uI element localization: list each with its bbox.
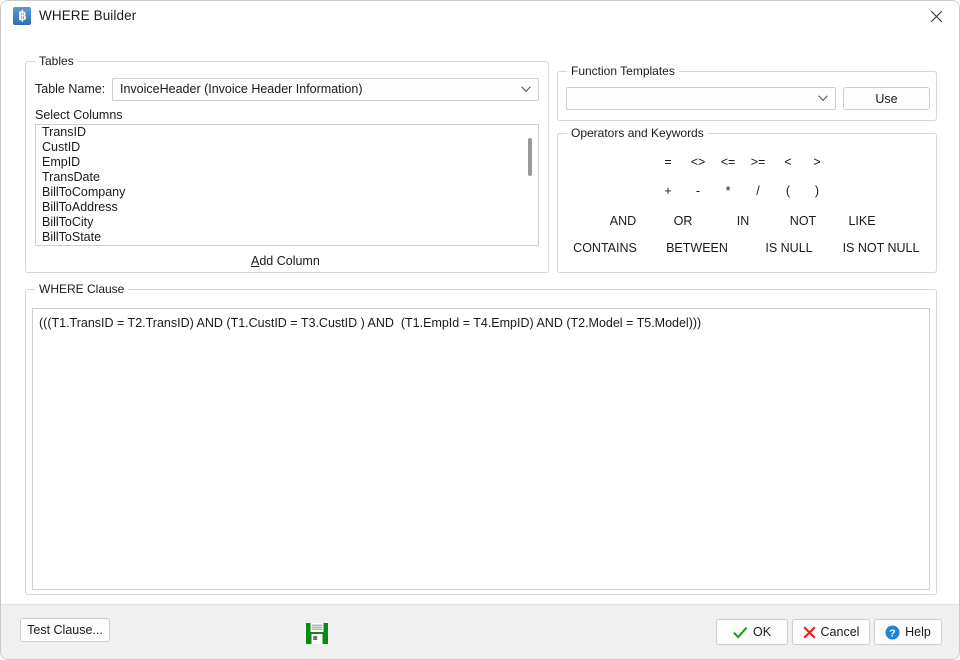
cancel-button[interactable]: Cancel xyxy=(792,619,870,645)
keyword-not[interactable]: NOT xyxy=(790,214,816,228)
help-button-label: Help xyxy=(905,625,931,639)
keyword-is-null[interactable]: IS NULL xyxy=(765,241,812,255)
keyword-between[interactable]: BETWEEN xyxy=(666,241,728,255)
keyword-in[interactable]: IN xyxy=(737,214,750,228)
operator-greater-equal[interactable]: >= xyxy=(751,155,766,169)
operator-close-paren[interactable]: ) xyxy=(815,184,819,198)
window-title: WHERE Builder xyxy=(39,8,137,23)
operator-less-than[interactable]: < xyxy=(784,155,791,169)
use-button[interactable]: Use xyxy=(843,87,930,110)
cancel-button-label: Cancel xyxy=(820,625,860,639)
keyword-like[interactable]: LIKE xyxy=(848,214,875,228)
help-button[interactable]: ? Help xyxy=(874,619,942,645)
operator-plus[interactable]: + xyxy=(664,184,671,198)
list-item[interactable]: BillToState xyxy=(36,230,538,245)
keyword-or[interactable]: OR xyxy=(674,214,693,228)
close-button[interactable] xyxy=(913,1,959,31)
keyword-contains[interactable]: CONTAINS xyxy=(573,241,637,255)
operator-divide[interactable]: / xyxy=(756,184,759,198)
table-name-label: Table Name: xyxy=(35,82,106,96)
list-item[interactable]: BillToCity xyxy=(36,215,538,230)
operator-open-paren[interactable]: ( xyxy=(786,184,790,198)
function-templates-group-title: Function Templates xyxy=(567,64,679,78)
add-column-label: dd Column xyxy=(259,254,320,268)
floppy-save-icon xyxy=(306,623,328,644)
table-name-combobox[interactable]: InvoiceHeader (Invoice Header Informatio… xyxy=(112,78,539,101)
keyword-and[interactable]: AND xyxy=(610,214,636,228)
app-icon: ฿ xyxy=(13,7,31,25)
test-clause-button[interactable]: Test Clause... xyxy=(20,618,110,642)
chevron-down-icon xyxy=(818,95,828,102)
where-clause-textarea[interactable]: (((T1.TransID = T2.TransID) AND (T1.Cust… xyxy=(32,308,930,590)
operators-keywords-group: Operators and Keywords = <> <= >= < > + … xyxy=(557,126,937,273)
operator-greater-than[interactable]: > xyxy=(813,155,820,169)
test-clause-label: Test Clause... xyxy=(27,623,103,637)
chevron-down-icon xyxy=(521,86,531,93)
operators-group-title: Operators and Keywords xyxy=(567,126,708,140)
check-icon xyxy=(733,626,748,639)
save-button[interactable] xyxy=(304,620,330,646)
title-bar: ฿ WHERE Builder xyxy=(1,1,959,33)
question-mark-icon: ? xyxy=(885,625,900,639)
list-item[interactable]: BillToAddress xyxy=(36,200,538,215)
table-name-value: InvoiceHeader (Invoice Header Informatio… xyxy=(120,82,363,96)
list-item[interactable]: BillToCompany xyxy=(36,185,538,200)
list-item[interactable]: EmpID xyxy=(36,155,538,170)
list-item[interactable]: TransID xyxy=(36,125,538,140)
operator-not-equals[interactable]: <> xyxy=(691,155,706,169)
svg-text:?: ? xyxy=(889,627,895,639)
use-button-label: Use xyxy=(875,91,898,106)
where-clause-group-title: WHERE Clause xyxy=(35,282,129,296)
listbox-scrollbar[interactable] xyxy=(522,126,537,245)
where-builder-dialog: ฿ WHERE Builder Tables Table Name: Invoi… xyxy=(0,0,960,660)
operator-less-equal[interactable]: <= xyxy=(721,155,736,169)
select-columns-listbox[interactable]: TransID CustID EmpID TransDate BillToCom… xyxy=(35,124,539,246)
list-item[interactable]: TransDate xyxy=(36,170,538,185)
keyword-is-not-null[interactable]: IS NOT NULL xyxy=(843,241,920,255)
tables-group-title: Tables xyxy=(35,54,78,68)
close-icon xyxy=(930,10,942,22)
dialog-footer: Test Clause... OK Cancel ? Help xyxy=(1,604,959,659)
ok-button[interactable]: OK xyxy=(716,619,788,645)
operator-multiply[interactable]: * xyxy=(726,184,731,198)
app-icon-glyph: ฿ xyxy=(18,8,27,23)
tables-group: Tables Table Name: InvoiceHeader (Invoic… xyxy=(25,54,549,273)
operator-equals[interactable]: = xyxy=(664,155,671,169)
function-templates-group: Function Templates Use xyxy=(557,64,937,121)
function-template-combobox[interactable] xyxy=(566,87,836,110)
select-columns-label: Select Columns xyxy=(35,108,123,122)
where-clause-group: WHERE Clause (((T1.TransID = T2.TransID)… xyxy=(25,282,937,595)
x-icon xyxy=(802,625,816,639)
listbox-scrollbar-thumb[interactable] xyxy=(528,138,532,176)
ok-button-label: OK xyxy=(752,625,772,639)
operator-minus[interactable]: - xyxy=(696,184,700,198)
add-column-button[interactable]: Add Column xyxy=(251,254,320,268)
list-item[interactable]: CustID xyxy=(36,140,538,155)
